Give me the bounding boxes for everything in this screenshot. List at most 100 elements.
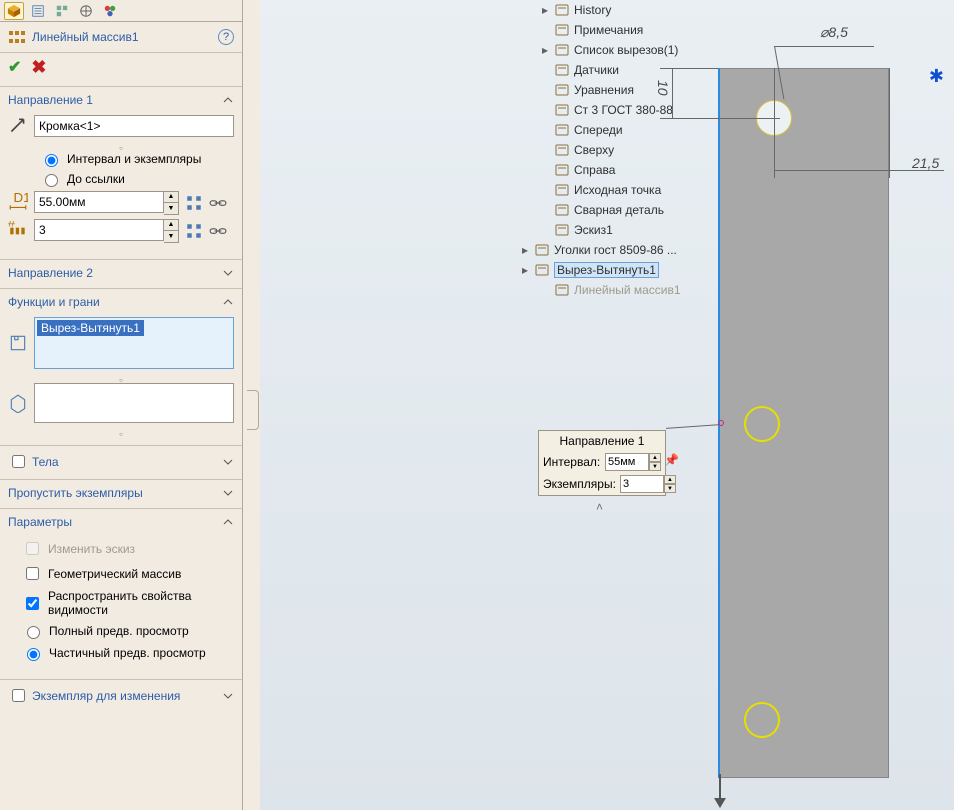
tree-item[interactable]: Примечания — [520, 20, 730, 40]
tree-item-label: Уголки гост 8509-86 ... — [554, 243, 677, 257]
radio-up-to-reference[interactable] — [45, 174, 58, 187]
tree-item[interactable]: ▸Список вырезов(1) — [520, 40, 730, 60]
callout-interval-input[interactable] — [605, 453, 649, 471]
section-instmod-label: Экземпляр для изменения — [32, 689, 222, 703]
tree-item[interactable]: ▸Вырез-Вытянуть1 — [520, 260, 730, 280]
tree-node-icon — [554, 222, 570, 238]
section-direction2-label: Направление 2 — [8, 266, 222, 280]
cube-icon — [7, 4, 21, 18]
panel-grab-handle[interactable] — [247, 390, 259, 430]
spacing-icon: D1 — [8, 193, 28, 213]
geom-array-label: Геометрический массив — [48, 567, 181, 581]
radio-up-to-reference-label: До ссылки — [67, 172, 125, 186]
tree-item[interactable]: Датчики — [520, 60, 730, 80]
section-bodies-head[interactable]: Тела — [0, 446, 242, 475]
tree-expand-icon[interactable]: ▸ — [540, 3, 550, 17]
partial-preview-radio[interactable] — [27, 648, 40, 661]
section-skip-head[interactable]: Пропустить экземпляры — [0, 480, 242, 504]
section-features-head[interactable]: Функции и грани — [0, 289, 242, 313]
instmod-checkbox[interactable] — [12, 689, 25, 702]
tab-display-manager[interactable] — [100, 2, 120, 20]
graphics-viewport[interactable]: ▸History Примечания ▸Список вырезов(1)Датч… — [260, 0, 954, 810]
tree-item[interactable]: Сварная деталь — [520, 200, 730, 220]
dim-vertical-offset: 10 — [655, 80, 671, 96]
direction-callout[interactable]: Направление 1 Интервал: ▲▼ Экземпляры: ▲… — [538, 430, 666, 496]
tab-config-manager[interactable] — [52, 2, 72, 20]
tree-item[interactable]: ▸History — [520, 0, 730, 20]
radio-interval-instances[interactable] — [45, 154, 58, 167]
reverse-direction-icon[interactable] — [8, 116, 28, 136]
tab-property-manager[interactable] — [28, 2, 48, 20]
link2-icon[interactable] — [209, 222, 227, 240]
grid2-icon[interactable] — [185, 222, 203, 240]
tree-node-icon — [554, 102, 570, 118]
callout-anchor-point[interactable] — [718, 420, 724, 426]
drag-handle[interactable]: ◦ — [106, 427, 136, 433]
section-params-body: Изменить эскиз Геометрический массив Рас… — [0, 539, 242, 675]
propagate-vis-label: Распространить свойства видимости — [48, 589, 234, 617]
tree-node-icon — [554, 82, 570, 98]
grid-icon[interactable] — [185, 194, 203, 212]
direction-edge-input[interactable] — [34, 115, 234, 137]
tree-expand-icon[interactable]: ▸ — [520, 263, 530, 277]
faces-selection-box[interactable] — [34, 383, 234, 423]
features-selection-box[interactable]: Вырез-Вытянуть1 — [34, 317, 234, 369]
spacing-down[interactable]: ▼ — [164, 203, 178, 214]
tree-item-label: Сверху — [574, 143, 614, 157]
callout-count-down[interactable]: ▼ — [664, 484, 676, 493]
tree-item[interactable]: Линейный массив1 — [520, 280, 730, 300]
tree-item[interactable]: Исходная точка — [520, 180, 730, 200]
count-up[interactable]: ▲ — [164, 220, 178, 231]
callout-collapse-icon[interactable]: ˄ — [596, 500, 603, 514]
feature-icon — [8, 333, 28, 353]
propagate-vis-checkbox[interactable] — [26, 597, 39, 610]
section-direction1-head[interactable]: Направление 1 — [0, 87, 242, 111]
help-icon[interactable]: ? — [218, 29, 234, 45]
tree-item[interactable]: Уравнения — [520, 80, 730, 100]
dim-ext — [660, 118, 780, 119]
chevron-up-icon — [222, 516, 234, 528]
tab-feature-manager[interactable] — [4, 2, 24, 20]
radio-interval-instances-label: Интервал и экземпляры — [67, 152, 201, 166]
count-down[interactable]: ▼ — [164, 231, 178, 242]
section-bodies-label: Тела — [32, 455, 222, 469]
callout-count-up[interactable]: ▲ — [664, 475, 676, 484]
geom-array-checkbox[interactable] — [26, 567, 39, 580]
spacing-up[interactable]: ▲ — [164, 192, 178, 203]
callout-interval-down[interactable]: ▼ — [649, 462, 661, 471]
tree-expand-icon[interactable]: ▸ — [540, 43, 550, 57]
partial-preview-label: Частичный предв. просмотр — [49, 646, 206, 660]
section-params-head[interactable]: Параметры — [0, 509, 242, 533]
tree-item[interactable]: ▸ Уголки гост 8509-86 ... — [520, 240, 730, 260]
feature-selected-item[interactable]: Вырез-Вытянуть1 — [37, 320, 144, 336]
callout-interval-up[interactable]: ▲ — [649, 453, 661, 462]
pin-icon[interactable]: 📌 — [664, 453, 679, 467]
bodies-checkbox[interactable] — [12, 455, 25, 468]
tree-item[interactable]: Эскиз1 — [520, 220, 730, 240]
tree-item[interactable]: Сверху — [520, 140, 730, 160]
spacing-input[interactable] — [34, 191, 164, 213]
section-instmod-head[interactable]: Экземпляр для изменения — [0, 680, 242, 709]
tree-expand-icon[interactable]: ▸ — [520, 243, 530, 257]
section-direction2-head[interactable]: Направление 2 — [0, 260, 242, 284]
tree-item-label: Примечания — [574, 23, 643, 37]
feature-tree: ▸History Примечания ▸Список вырезов(1)Датч… — [520, 0, 730, 330]
chevron-up-icon — [222, 296, 234, 308]
drag-handle[interactable]: ◦ — [106, 141, 136, 147]
tree-item[interactable]: Ст 3 ГОСТ 380-88 — [520, 100, 730, 120]
callout-count-input[interactable] — [620, 475, 664, 493]
callout-leader — [666, 424, 720, 429]
dim-line-v — [672, 68, 673, 118]
tab-dim-manager[interactable] — [76, 2, 96, 20]
dim-ext — [774, 68, 775, 178]
chevron-down-icon — [222, 487, 234, 499]
count-input[interactable] — [34, 219, 164, 241]
full-preview-radio[interactable] — [27, 626, 40, 639]
tree-item[interactable]: Справа — [520, 160, 730, 180]
tree-item[interactable]: Спереди — [520, 120, 730, 140]
cancel-button[interactable]: ✖ — [31, 57, 46, 78]
ok-button[interactable]: ✔ — [8, 57, 21, 78]
face-icon — [8, 393, 28, 413]
drag-handle[interactable]: ◦ — [106, 373, 136, 379]
link-icon[interactable] — [209, 194, 227, 212]
